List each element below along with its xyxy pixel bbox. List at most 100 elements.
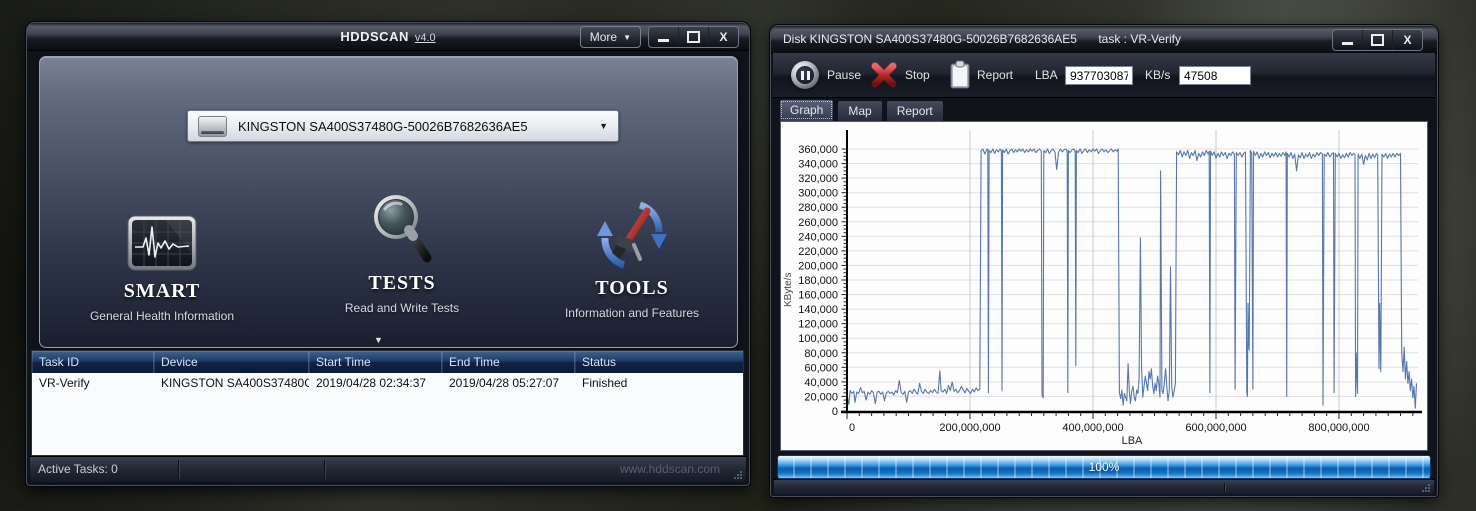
tests-section-button[interactable]: TESTS Read and Write Tests xyxy=(292,192,512,315)
column-header-device[interactable]: Device xyxy=(154,351,309,373)
main-status-bar: Active Tasks: 0 www.hddscan.com xyxy=(30,456,746,482)
report-label[interactable]: Report xyxy=(977,68,1013,82)
task-status-bar xyxy=(774,479,1434,495)
column-header-start-time[interactable]: Start Time xyxy=(309,351,442,373)
maximize-button[interactable] xyxy=(678,27,708,47)
svg-text:180,000: 180,000 xyxy=(798,275,838,287)
stop-icon[interactable] xyxy=(869,61,899,89)
svg-text:80,000: 80,000 xyxy=(804,348,838,360)
svg-text:0: 0 xyxy=(849,422,855,434)
resize-grip[interactable] xyxy=(733,470,742,479)
close-button[interactable]: X xyxy=(708,27,738,47)
close-icon: X xyxy=(719,30,727,44)
svg-text:240,000: 240,000 xyxy=(798,231,838,243)
drive-selector-value: KINGSTON SA400S37480G-50026B7682636AE5 xyxy=(238,119,528,134)
stop-label[interactable]: Stop xyxy=(905,68,930,82)
svg-text:340,000: 340,000 xyxy=(798,159,838,171)
main-title-bar[interactable]: HDDSCAN v4.0 More ▼ X xyxy=(27,23,749,51)
tools-label: TOOLS xyxy=(522,277,742,300)
minimize-button[interactable] xyxy=(1333,30,1362,50)
svg-text:600,000,000: 600,000,000 xyxy=(1185,422,1246,434)
column-header-end-time[interactable]: End Time xyxy=(442,351,575,373)
svg-text:40,000: 40,000 xyxy=(804,377,838,389)
lba-label: LBA xyxy=(1035,68,1058,82)
status-divider xyxy=(1224,483,1226,492)
version-link[interactable]: v4.0 xyxy=(415,32,436,44)
speed-graph-panel: 020,00040,00060,00080,000100,000120,0001… xyxy=(780,121,1428,451)
tab-bar: Graph Map Report xyxy=(779,98,944,121)
close-icon: X xyxy=(1403,33,1411,47)
svg-text:200,000: 200,000 xyxy=(798,260,838,272)
maximize-button[interactable] xyxy=(1362,30,1392,50)
svg-text:300,000: 300,000 xyxy=(798,188,838,200)
pause-button[interactable] xyxy=(791,61,819,89)
minimize-button[interactable] xyxy=(649,27,678,47)
tab-graph[interactable]: Graph xyxy=(779,99,834,121)
table-row[interactable]: VR-Verify KINGSTON SA400S37480G-... 2019… xyxy=(32,373,743,393)
hddscan-main-window: HDDSCAN v4.0 More ▼ X KINGSTON SA400S3748… xyxy=(26,22,750,486)
minimize-icon xyxy=(1342,42,1353,45)
status-divider xyxy=(178,460,180,479)
chevron-down-icon: ▼ xyxy=(599,121,608,131)
svg-text:120,000: 120,000 xyxy=(798,319,838,331)
more-button[interactable]: More ▼ xyxy=(580,26,641,48)
svg-text:0: 0 xyxy=(832,406,838,418)
task-title-disk: Disk KINGSTON SA400S37480G-50026B7682636… xyxy=(783,32,1077,46)
drive-icon xyxy=(198,116,227,137)
progress-bar: 100% xyxy=(777,455,1431,479)
cell-device: KINGSTON SA400S37480G-... xyxy=(154,373,309,393)
smart-monitor-icon xyxy=(52,200,272,272)
cell-start-time: 2019/04/28 02:34:37 xyxy=(309,373,442,393)
chevron-down-icon: ▼ xyxy=(623,33,631,42)
cell-task-id: VR-Verify xyxy=(32,373,154,393)
progress-percent: 100% xyxy=(1089,460,1120,474)
svg-text:260,000: 260,000 xyxy=(798,217,838,229)
website-link[interactable]: www.hddscan.com xyxy=(620,457,720,482)
cell-end-time: 2019/04/28 05:27:07 xyxy=(442,373,575,393)
svg-text:360,000: 360,000 xyxy=(798,144,838,156)
svg-text:KByte/s: KByte/s xyxy=(783,273,794,307)
magnifier-icon xyxy=(292,192,512,264)
smart-section-button[interactable]: SMART General Health Information xyxy=(52,200,272,323)
svg-text:220,000: 220,000 xyxy=(798,246,838,258)
maximize-icon xyxy=(687,31,700,43)
task-window-title: Disk KINGSTON SA400S37480G-50026B7682636… xyxy=(783,26,1181,52)
svg-text:320,000: 320,000 xyxy=(798,173,838,185)
window-controls: X xyxy=(648,26,739,48)
app-title-text: HDDSCAN xyxy=(340,29,409,44)
cell-status: Finished xyxy=(575,373,743,393)
column-header-status[interactable]: Status xyxy=(575,351,743,373)
svg-text:20,000: 20,000 xyxy=(804,391,838,403)
kbs-label: KB/s xyxy=(1145,68,1170,82)
kbs-input[interactable] xyxy=(1179,66,1251,85)
svg-text:400,000,000: 400,000,000 xyxy=(1062,422,1123,434)
task-title-bar[interactable]: Disk KINGSTON SA400S37480G-50026B7682636… xyxy=(771,26,1437,54)
report-icon[interactable] xyxy=(949,60,971,90)
task-toolbar: Pause Stop Report LBA KB/s xyxy=(773,53,1435,98)
tools-section-button[interactable]: TOOLS Information and Features xyxy=(522,197,742,320)
tab-report[interactable]: Report xyxy=(886,100,944,121)
speed-line-chart: 020,00040,00060,00080,000100,000120,0001… xyxy=(781,122,1427,450)
task-table: Task ID Device Start Time End Time Statu… xyxy=(31,350,744,456)
drive-selector-dropdown[interactable]: KINGSTON SA400S37480G-50026B7682636AE5 ▼ xyxy=(187,110,619,142)
tools-sublabel: Information and Features xyxy=(522,306,742,320)
collapse-panel-arrow[interactable]: ▼ xyxy=(374,335,383,345)
tests-sublabel: Read and Write Tests xyxy=(292,301,512,315)
active-tasks-label: Active Tasks: 0 xyxy=(30,462,118,476)
column-header-task-id[interactable]: Task ID xyxy=(32,351,154,373)
main-panel: KINGSTON SA400S37480G-50026B7682636AE5 ▼ xyxy=(39,56,738,348)
status-divider xyxy=(324,460,326,479)
close-button[interactable]: X xyxy=(1392,30,1422,50)
pause-label[interactable]: Pause xyxy=(827,68,861,82)
lba-input[interactable] xyxy=(1065,66,1133,85)
resize-grip[interactable] xyxy=(1421,483,1430,492)
task-title-task: task : VR-Verify xyxy=(1098,32,1181,46)
tab-map[interactable]: Map xyxy=(837,100,882,121)
svg-text:200,000,000: 200,000,000 xyxy=(939,422,1000,434)
minimize-icon xyxy=(658,39,669,42)
smart-label: SMART xyxy=(52,280,272,303)
svg-text:800,000,000: 800,000,000 xyxy=(1308,422,1369,434)
svg-text:160,000: 160,000 xyxy=(798,290,838,302)
pause-icon xyxy=(796,66,814,84)
window-controls: X xyxy=(1332,29,1423,51)
